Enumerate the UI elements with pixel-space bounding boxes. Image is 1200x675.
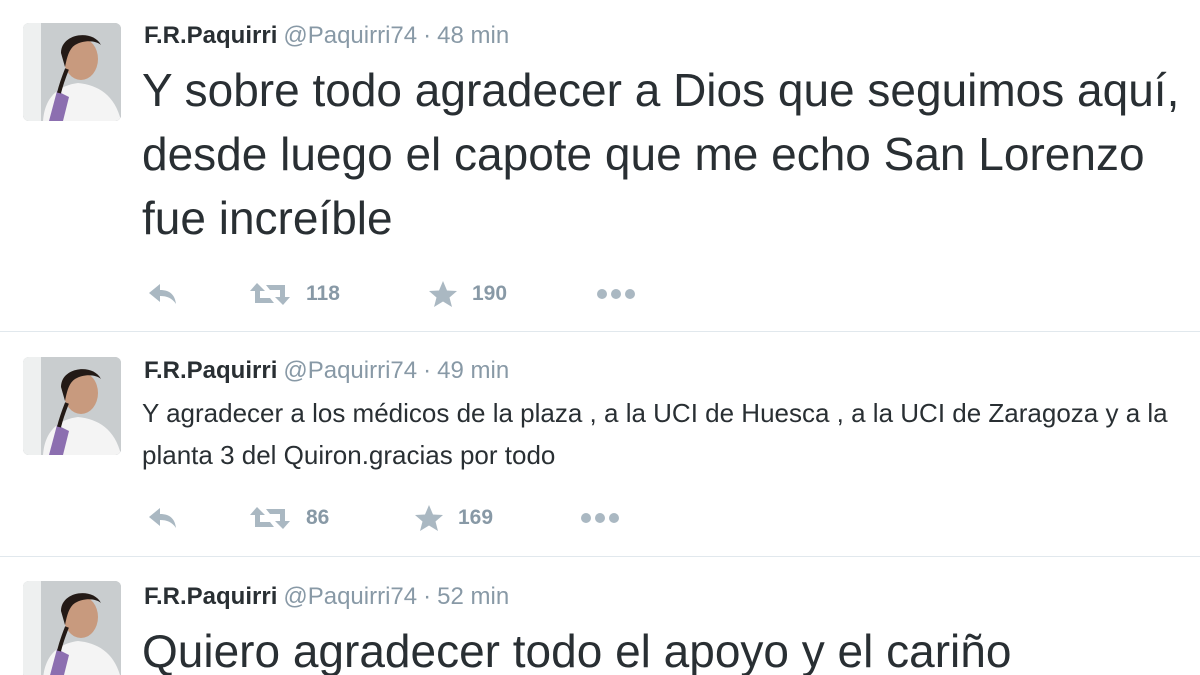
star-icon xyxy=(429,281,457,307)
screenname[interactable]: @Paquirri74 xyxy=(283,357,417,384)
tweet[interactable]: F.R.Paquirri @Paquirri74 · 52 min Quiero ag… xyxy=(0,557,1200,675)
tweet[interactable]: F.R.Paquirri @Paquirri74 · 49 min Y agradec… xyxy=(0,332,1200,557)
reply-button[interactable] xyxy=(146,279,178,309)
retweet-count: 118 xyxy=(306,282,340,305)
avatar-portrait xyxy=(23,581,121,675)
favorite-count: 169 xyxy=(458,506,494,529)
more-button[interactable] xyxy=(580,503,620,533)
retweet-count: 86 xyxy=(306,506,330,529)
more-button[interactable] xyxy=(596,279,636,309)
reply-icon xyxy=(149,284,176,304)
avatar[interactable] xyxy=(23,357,121,455)
separator: · xyxy=(423,22,432,49)
more-icon xyxy=(581,513,619,523)
separator: · xyxy=(423,583,432,610)
more-icon xyxy=(597,289,635,299)
fullname[interactable]: F.R.Paquirri xyxy=(144,22,277,49)
tweet-text: Y agradecer a los médicos de la plaza , … xyxy=(142,398,1168,470)
separator: · xyxy=(423,357,432,384)
fullname[interactable]: F.R.Paquirri xyxy=(144,357,277,384)
retweet-icon xyxy=(250,507,290,529)
timestamp[interactable]: 48 min xyxy=(437,22,509,49)
tweet-text: Y sobre todo agradecer a Dios que seguim… xyxy=(142,64,1180,244)
timestamp[interactable]: 52 min xyxy=(437,583,509,610)
timestamp[interactable]: 49 min xyxy=(437,357,509,384)
retweet-button[interactable]: 86 xyxy=(248,503,329,533)
star-icon xyxy=(415,505,443,531)
tweet-header: F.R.Paquirri @Paquirri74 · 48 min xyxy=(144,21,509,51)
screenname[interactable]: @Paquirri74 xyxy=(283,22,417,49)
tweet-actions: 118 190 xyxy=(146,279,746,309)
reply-button[interactable] xyxy=(146,503,178,533)
avatar[interactable] xyxy=(23,23,121,121)
tweet[interactable]: F.R.Paquirri @Paquirri74 · 48 min Y sobre t… xyxy=(0,0,1200,332)
favorite-button[interactable]: 190 xyxy=(428,279,507,309)
fullname[interactable]: F.R.Paquirri xyxy=(144,583,277,610)
tweet-header: F.R.Paquirri @Paquirri74 · 49 min xyxy=(144,356,509,386)
retweet-button[interactable]: 118 xyxy=(248,279,340,309)
retweet-icon xyxy=(250,283,290,305)
avatar[interactable] xyxy=(23,581,121,675)
favorite-count: 190 xyxy=(472,282,508,305)
tweet-header: F.R.Paquirri @Paquirri74 · 52 min xyxy=(144,582,509,612)
tweet-text: Quiero agradecer todo el apoyo y el cari… xyxy=(142,625,1012,675)
tweet-actions: 86 169 xyxy=(146,503,746,533)
screenname[interactable]: @Paquirri74 xyxy=(283,583,417,610)
favorite-button[interactable]: 169 xyxy=(414,503,493,533)
avatar-portrait xyxy=(23,357,121,455)
tweet-timeline: F.R.Paquirri @Paquirri74 · 48 min Y sobre t… xyxy=(0,0,1200,675)
avatar-portrait xyxy=(23,23,121,121)
reply-icon xyxy=(149,508,176,528)
